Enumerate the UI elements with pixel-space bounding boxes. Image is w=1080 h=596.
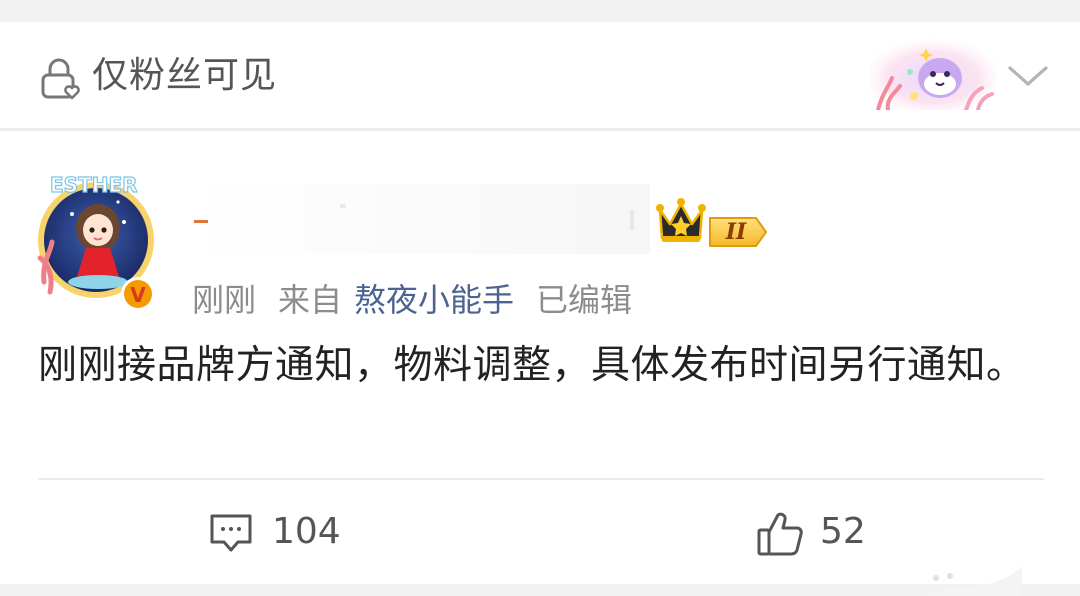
- collapse-chevron-icon[interactable]: [1004, 58, 1052, 94]
- comments-count: 104: [272, 511, 341, 552]
- header-divider: [0, 128, 1080, 131]
- action-divider: [38, 478, 1044, 480]
- corner-decoration: [925, 566, 1022, 596]
- like-button[interactable]: 52: [756, 504, 876, 560]
- crown-icon: [656, 198, 706, 242]
- lock-heart-icon: [41, 58, 80, 100]
- avatar-frame-text: ESTHER: [50, 173, 138, 197]
- verified-badge: V: [130, 283, 146, 307]
- post-time: 刚刚: [192, 281, 257, 319]
- comment-icon: [210, 514, 252, 552]
- comment-button[interactable]: 104: [208, 504, 348, 560]
- visibility-header: 仅粉丝可见: [0, 22, 1080, 128]
- card-theme-decoration: [870, 38, 996, 110]
- likes-count: 52: [820, 511, 866, 552]
- author-avatar[interactable]: ESTHER V: [32, 162, 166, 318]
- source-link[interactable]: 熬夜小能手: [354, 281, 514, 319]
- page: 仅粉丝可见 ESTHER V II 刚刚 来自 熬夜小能手 已编辑 刚刚接品牌方…: [0, 0, 1080, 596]
- visibility-label: 仅粉丝可见: [92, 55, 278, 96]
- username-redacted[interactable]: [190, 184, 650, 254]
- post-text: 刚刚接品牌方通知，物料调整，具体发布时间另行通知。: [38, 343, 1026, 388]
- source-prefix: 来自: [278, 281, 343, 319]
- post-meta: 刚刚 来自 熬夜小能手 已编辑: [192, 274, 654, 326]
- level-badge-text: II: [725, 219, 747, 245]
- edited-label[interactable]: 已编辑: [536, 281, 632, 319]
- thumbs-up-icon: [757, 512, 803, 556]
- weibo-post-card: 仅粉丝可见 ESTHER V II 刚刚 来自 熬夜小能手 已编辑 刚刚接品牌方…: [0, 22, 1080, 596]
- username-fragment: [194, 220, 208, 223]
